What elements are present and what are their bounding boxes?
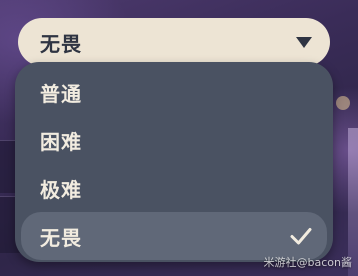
difficulty-dropdown[interactable]: 无畏 — [18, 18, 330, 66]
option-label: 极难 — [40, 177, 82, 202]
option-label: 普通 — [40, 81, 82, 106]
option-label: 无畏 — [40, 225, 82, 250]
watermark: 米游社@bacon酱 — [263, 256, 352, 269]
checkmark-icon — [290, 228, 312, 245]
difficulty-option-normal[interactable]: 普通 — [21, 68, 327, 116]
option-label: 困难 — [40, 129, 82, 154]
difficulty-option-extreme[interactable]: 极难 — [21, 164, 327, 212]
difficulty-option-hard[interactable]: 困难 — [21, 116, 327, 164]
background-ornament — [336, 96, 350, 110]
difficulty-option-fearless[interactable]: 无畏 — [21, 212, 327, 260]
difficulty-selected-value: 无畏 — [40, 31, 82, 56]
chevron-down-icon — [296, 37, 312, 48]
difficulty-options-menu: 普通 困难 极难 无畏 — [15, 62, 333, 262]
